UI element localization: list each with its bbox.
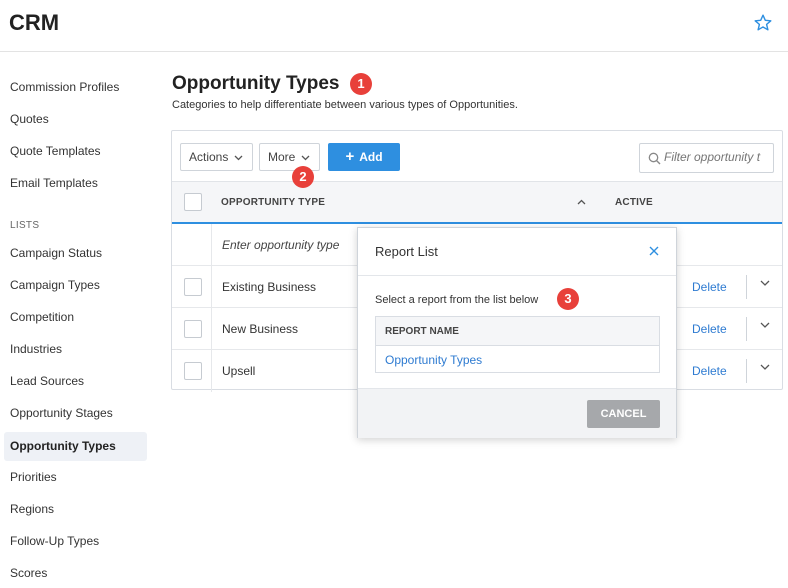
add-label: Add bbox=[359, 150, 383, 164]
sidebar-item-industries[interactable]: Industries bbox=[4, 335, 147, 364]
star-icon[interactable] bbox=[753, 13, 773, 33]
chevron-down-icon[interactable] bbox=[760, 364, 770, 371]
column-header-active[interactable]: ACTIVE bbox=[615, 197, 653, 208]
sidebar-section-lists: LISTS bbox=[10, 220, 40, 231]
row-name: Existing Business bbox=[222, 280, 317, 294]
sort-ascending-icon[interactable] bbox=[577, 199, 586, 205]
divider bbox=[746, 359, 747, 383]
filter-input[interactable] bbox=[664, 150, 770, 164]
row-checkbox[interactable] bbox=[184, 320, 202, 338]
sidebar-item-competition[interactable]: Competition bbox=[4, 303, 147, 332]
sidebar-item-lead-sources[interactable]: Lead Sources bbox=[4, 367, 147, 396]
sidebar-item-quotes[interactable]: Quotes bbox=[4, 105, 147, 134]
app-header: CRM bbox=[0, 0, 788, 52]
delete-link[interactable]: Delete bbox=[692, 322, 727, 336]
report-table-header: REPORT NAME bbox=[376, 317, 659, 346]
actions-dropdown[interactable]: Actions bbox=[180, 143, 253, 171]
plus-icon: + bbox=[345, 148, 355, 165]
divider bbox=[746, 317, 747, 341]
page-title: Opportunity Types bbox=[172, 73, 340, 94]
row-checkbox[interactable] bbox=[184, 278, 202, 296]
column-header-opportunity-type[interactable]: OPPORTUNITY TYPE bbox=[221, 197, 325, 208]
row-name: Upsell bbox=[222, 364, 256, 378]
column-divider bbox=[211, 308, 212, 349]
column-divider bbox=[211, 266, 212, 307]
divider bbox=[746, 275, 747, 299]
sidebar-item-priorities[interactable]: Priorities bbox=[4, 463, 147, 492]
sidebar-item-opportunity-stages[interactable]: Opportunity Stages bbox=[4, 399, 147, 428]
report-list-dialog: Report List Select a report from the lis… bbox=[357, 227, 677, 438]
report-link-opportunity-types[interactable]: Opportunity Types bbox=[385, 353, 482, 367]
step-badge-1: 1 bbox=[350, 73, 372, 95]
select-all-checkbox[interactable] bbox=[184, 193, 202, 211]
delete-link[interactable]: Delete bbox=[692, 364, 727, 378]
column-divider bbox=[211, 224, 212, 265]
sidebar-item-regions[interactable]: Regions bbox=[4, 495, 147, 524]
sidebar-item-commission-profiles[interactable]: Commission Profiles bbox=[4, 73, 147, 102]
chevron-down-icon bbox=[301, 155, 310, 161]
column-divider bbox=[211, 350, 212, 392]
dialog-header: Report List bbox=[358, 228, 676, 276]
actions-label: Actions bbox=[189, 150, 229, 164]
search-icon bbox=[648, 152, 661, 165]
chevron-down-icon bbox=[234, 155, 243, 161]
delete-link[interactable]: Delete bbox=[692, 280, 727, 294]
close-icon[interactable] bbox=[649, 246, 659, 256]
dialog-footer: CANCEL bbox=[358, 388, 676, 438]
sidebar-item-follow-up-types[interactable]: Follow-Up Types bbox=[4, 527, 147, 556]
page-subtitle: Categories to help differentiate between… bbox=[172, 99, 518, 111]
sidebar-item-quote-templates[interactable]: Quote Templates bbox=[4, 137, 147, 166]
more-label: More bbox=[268, 150, 296, 164]
app-title: CRM bbox=[9, 10, 60, 35]
new-opportunity-type-input[interactable]: Enter opportunity type bbox=[222, 238, 339, 252]
chevron-down-icon[interactable] bbox=[760, 280, 770, 287]
column-header-report-name: REPORT NAME bbox=[385, 326, 459, 337]
chevron-down-icon[interactable] bbox=[760, 322, 770, 329]
dialog-title: Report List bbox=[375, 244, 438, 259]
sidebar-item-email-templates[interactable]: Email Templates bbox=[4, 169, 147, 198]
sidebar-item-campaign-types[interactable]: Campaign Types bbox=[4, 271, 147, 300]
dialog-instruction: Select a report from the list below bbox=[375, 294, 539, 306]
row-checkbox[interactable] bbox=[184, 362, 202, 380]
sidebar-item-scores[interactable]: Scores bbox=[4, 559, 147, 588]
more-dropdown[interactable]: More bbox=[259, 143, 320, 171]
cancel-button[interactable]: CANCEL bbox=[587, 400, 660, 428]
add-button[interactable]: + Add bbox=[328, 143, 400, 171]
step-badge-3: 3 bbox=[557, 288, 579, 310]
sidebar-item-opportunity-types[interactable]: Opportunity Types bbox=[4, 432, 147, 461]
report-table: REPORT NAME Opportunity Types bbox=[375, 316, 660, 373]
table-header: OPPORTUNITY TYPE ACTIVE bbox=[172, 181, 782, 224]
sidebar-item-campaign-status[interactable]: Campaign Status bbox=[4, 239, 147, 268]
step-badge-2: 2 bbox=[292, 166, 314, 188]
row-name: New Business bbox=[222, 322, 299, 336]
filter-box[interactable] bbox=[639, 143, 774, 173]
